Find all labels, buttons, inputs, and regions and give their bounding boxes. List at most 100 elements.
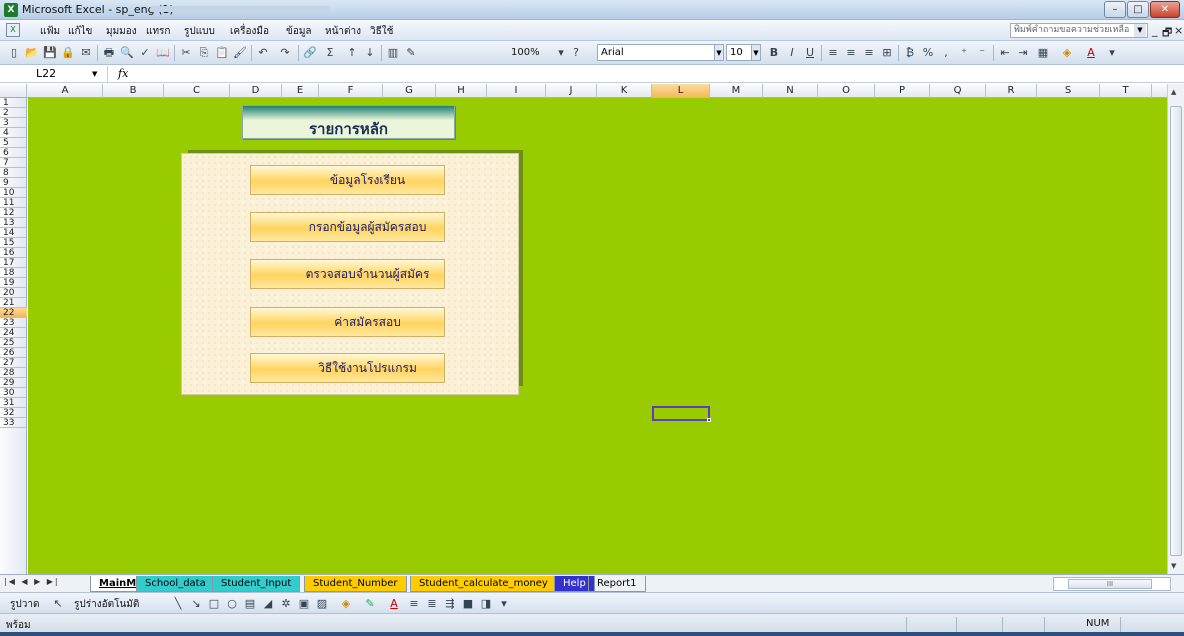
column-header[interactable]: K: [597, 84, 652, 98]
selected-cell[interactable]: [652, 406, 711, 422]
exam-fee-button[interactable]: ค่าสมัครสอบ: [250, 307, 445, 337]
column-header[interactable]: T: [1100, 84, 1152, 98]
row-header[interactable]: 31: [0, 398, 27, 408]
vertical-scroll-thumb[interactable]: [1170, 106, 1182, 556]
row-header[interactable]: 22: [0, 308, 27, 318]
doc-close-button[interactable]: ×: [1174, 24, 1183, 37]
school-data-button[interactable]: ข้อมูลโรงเรียน: [250, 165, 445, 195]
menu-help[interactable]: วิธีใช้: [370, 24, 393, 39]
row-header[interactable]: 9: [0, 178, 27, 188]
underline-icon[interactable]: U: [802, 45, 818, 61]
insert-function-icon[interactable]: fx: [118, 66, 128, 82]
arrow-icon[interactable]: ↘: [188, 596, 204, 612]
rectangle-icon[interactable]: □: [206, 596, 222, 612]
borders-icon[interactable]: ▦: [1035, 45, 1051, 61]
font-color-icon[interactable]: A: [386, 596, 402, 612]
row-header[interactable]: 7: [0, 158, 27, 168]
column-header[interactable]: P: [875, 84, 930, 98]
sort-ascending-icon[interactable]: ↑: [344, 45, 360, 61]
column-header-active[interactable]: L: [652, 84, 710, 98]
size-dropdown-icon[interactable]: ▼: [751, 44, 761, 61]
row-header[interactable]: 3: [0, 118, 27, 128]
research-icon[interactable]: 📖: [155, 45, 171, 61]
redo-icon[interactable]: ↷: [277, 45, 293, 61]
tab-scroll-buttons[interactable]: |◀ ◀ ▶ ▶|: [4, 577, 60, 586]
align-right-icon[interactable]: ≡: [861, 45, 877, 61]
tab-student-number[interactable]: Student_Number: [304, 576, 407, 592]
chart-wizard-icon[interactable]: ▥: [385, 45, 401, 61]
doc-minimize-button[interactable]: _: [1152, 24, 1158, 37]
menu-file[interactable]: แฟ้ม: [40, 24, 60, 39]
row-header[interactable]: 6: [0, 148, 27, 158]
row-header[interactable]: 4: [0, 128, 27, 138]
vertical-scrollbar[interactable]: ▲ ▼: [1167, 84, 1184, 574]
menu-insert[interactable]: แทรก: [146, 24, 170, 39]
column-header[interactable]: A: [28, 84, 103, 98]
3d-style-icon[interactable]: ◨: [478, 596, 494, 612]
draw-menu[interactable]: รูปวาด: [10, 597, 39, 612]
menu-tools[interactable]: เครื่องมือ: [230, 24, 269, 39]
menu-edit[interactable]: แก้ไข: [68, 24, 92, 39]
fill-color-icon[interactable]: ◈: [1059, 45, 1075, 61]
format-painter-icon[interactable]: 🖌: [232, 45, 248, 61]
decrease-indent-icon[interactable]: ⇤: [997, 45, 1013, 61]
horizontal-scrollbar[interactable]: III: [1053, 577, 1171, 591]
column-header[interactable]: C: [164, 84, 230, 98]
column-header[interactable]: S: [1037, 84, 1100, 98]
italic-icon[interactable]: I: [784, 45, 800, 61]
row-header[interactable]: 8: [0, 168, 27, 178]
diagram-icon[interactable]: ✲: [278, 596, 294, 612]
scroll-up-icon[interactable]: ▲: [1171, 88, 1176, 96]
increase-decimal-icon[interactable]: ⁺: [956, 45, 972, 61]
textbox-icon[interactable]: ▤: [242, 596, 258, 612]
wordart-icon[interactable]: ◢: [260, 596, 276, 612]
shadow-style-icon[interactable]: ■: [460, 596, 476, 612]
menu-window[interactable]: หน้าต่าง: [325, 24, 361, 39]
column-header[interactable]: N: [763, 84, 818, 98]
horizontal-scroll-thumb[interactable]: III: [1068, 579, 1152, 589]
paste-icon[interactable]: 📋: [214, 45, 230, 61]
scroll-down-icon[interactable]: ▼: [1171, 562, 1176, 570]
row-header[interactable]: 30: [0, 388, 27, 398]
row-header[interactable]: 32: [0, 408, 27, 418]
menu-format[interactable]: รูปแบบ: [184, 24, 215, 39]
row-header[interactable]: 14: [0, 228, 27, 238]
autosum-icon[interactable]: Σ: [322, 45, 338, 61]
align-center-icon[interactable]: ≡: [843, 45, 859, 61]
dash-style-icon[interactable]: ≣: [424, 596, 440, 612]
column-header[interactable]: D: [230, 84, 282, 98]
permission-icon[interactable]: 🔒: [60, 45, 76, 61]
zoom-box[interactable]: 100%: [511, 45, 551, 61]
student-input-button[interactable]: กรอกข้อมูลผู้สมัครสอบ: [250, 212, 445, 242]
row-header[interactable]: 24: [0, 328, 27, 338]
hyperlink-icon[interactable]: 🔗: [302, 45, 318, 61]
spelling-icon[interactable]: ✓: [137, 45, 153, 61]
column-header[interactable]: G: [383, 84, 436, 98]
draw-options-icon[interactable]: ▾: [496, 596, 512, 612]
font-name-box[interactable]: Arial: [597, 44, 715, 61]
row-header[interactable]: 27: [0, 358, 27, 368]
column-header[interactable]: F: [319, 84, 383, 98]
clipart-icon[interactable]: ▣: [296, 596, 312, 612]
undo-icon[interactable]: ↶: [255, 45, 271, 61]
row-header[interactable]: 5: [0, 138, 27, 148]
tab-student-calculate-money[interactable]: Student_calculate_money: [410, 576, 557, 592]
arrow-style-icon[interactable]: ⇶: [442, 596, 458, 612]
row-header[interactable]: 10: [0, 188, 27, 198]
fill-color-icon[interactable]: ◈: [338, 596, 354, 612]
cut-icon[interactable]: ✂: [178, 45, 194, 61]
font-color-icon[interactable]: A: [1083, 45, 1099, 61]
picture-icon[interactable]: ▨: [314, 596, 330, 612]
row-header[interactable]: 15: [0, 238, 27, 248]
line-icon[interactable]: ╲: [170, 596, 186, 612]
select-all-corner[interactable]: [0, 84, 27, 98]
row-header[interactable]: 23: [0, 318, 27, 328]
select-objects-icon[interactable]: ↖: [50, 596, 66, 612]
row-header[interactable]: 12: [0, 208, 27, 218]
row-header[interactable]: 33: [0, 418, 27, 428]
print-preview-icon[interactable]: 🔍: [119, 45, 135, 61]
new-icon[interactable]: ▯: [6, 45, 22, 61]
excel-app-icon[interactable]: X: [4, 3, 18, 17]
line-color-icon[interactable]: ✎: [362, 596, 378, 612]
minimize-button[interactable]: –: [1104, 1, 1126, 18]
